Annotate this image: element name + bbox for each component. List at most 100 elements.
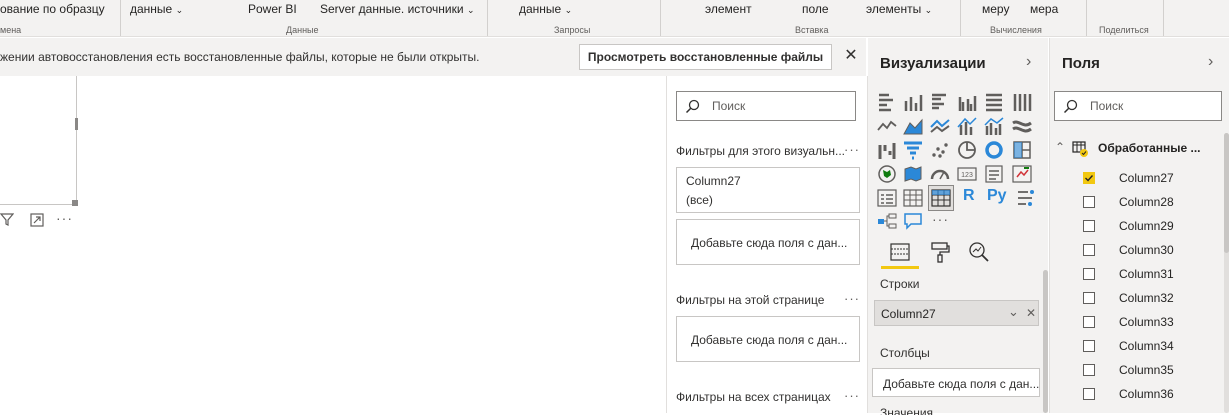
add-filter-field-dropzone[interactable]: Добавьте сюда поля с дан... bbox=[676, 316, 860, 362]
more-options-icon[interactable]: ··· bbox=[56, 210, 73, 226]
ribbon-chart-icon[interactable] bbox=[1011, 115, 1033, 137]
map-icon[interactable] bbox=[876, 163, 898, 185]
stacked-column-chart-icon[interactable] bbox=[902, 91, 924, 113]
treemap-icon[interactable] bbox=[1011, 139, 1033, 161]
field-item[interactable]: Column27 bbox=[1083, 169, 1223, 189]
clustered-column-chart-icon[interactable] bbox=[956, 91, 978, 113]
fields-search-input[interactable]: Поиск bbox=[1054, 91, 1222, 121]
100-percent-bar-chart-icon[interactable] bbox=[983, 91, 1005, 113]
format-painter-button[interactable]: ование по образцу bbox=[0, 2, 105, 16]
resize-handle[interactable] bbox=[72, 200, 78, 206]
fields-tab-icon[interactable] bbox=[888, 240, 912, 264]
line-and-column-chart-icon[interactable] bbox=[956, 115, 978, 137]
resize-handle[interactable] bbox=[75, 118, 78, 130]
donut-chart-icon[interactable] bbox=[983, 139, 1005, 161]
rows-well-label: Строки bbox=[880, 277, 920, 291]
field-item[interactable]: Column32 bbox=[1083, 289, 1223, 309]
funnel-chart-icon[interactable] bbox=[902, 139, 924, 161]
checkbox[interactable] bbox=[1083, 364, 1095, 376]
search-icon bbox=[1063, 99, 1078, 114]
sql-server-button[interactable]: Server данные. источники ⌄ bbox=[320, 2, 474, 16]
field-item[interactable]: Column29 bbox=[1083, 217, 1223, 237]
field-item[interactable]: Column35 bbox=[1083, 361, 1223, 381]
transform-data-button[interactable]: данные ⌄ bbox=[519, 2, 572, 16]
row-field-name: Column27 bbox=[881, 307, 936, 321]
filters-search-input[interactable]: Поиск bbox=[676, 91, 856, 121]
line-and-clustered-column-icon[interactable] bbox=[983, 115, 1005, 137]
checkbox[interactable] bbox=[1083, 196, 1095, 208]
python-visual-icon[interactable]: Py bbox=[987, 187, 1007, 205]
quick-measure-button[interactable]: мера bbox=[1030, 2, 1058, 16]
table-visual[interactable] bbox=[0, 76, 78, 206]
qa-icon[interactable] bbox=[902, 210, 924, 232]
chevron-up-icon[interactable]: ⌃ bbox=[1055, 140, 1065, 154]
checkbox[interactable] bbox=[1083, 340, 1095, 352]
card-icon[interactable]: 123 bbox=[956, 163, 978, 185]
add-filter-field-dropzone[interactable]: Добавьте сюда поля с дан... bbox=[676, 219, 860, 265]
pie-chart-icon[interactable] bbox=[956, 139, 978, 161]
focus-mode-icon[interactable] bbox=[30, 213, 44, 227]
filter-card-column27[interactable]: Column27 (все) bbox=[676, 167, 860, 213]
kpi-icon[interactable] bbox=[1011, 163, 1033, 185]
powerbi-datasets-button[interactable]: Power BI bbox=[248, 2, 297, 16]
100-percent-column-chart-icon[interactable] bbox=[1011, 91, 1033, 113]
more-options-icon[interactable]: ··· bbox=[844, 142, 860, 157]
checkbox[interactable] bbox=[1083, 316, 1095, 328]
filter-icon[interactable] bbox=[0, 212, 14, 226]
field-item[interactable]: Column31 bbox=[1083, 265, 1223, 285]
waterfall-chart-icon[interactable] bbox=[876, 139, 898, 161]
more-visuals-button[interactable]: элементы ⌄ bbox=[866, 2, 932, 16]
field-item[interactable]: Column33 bbox=[1083, 313, 1223, 333]
multi-row-card-icon[interactable] bbox=[983, 163, 1005, 185]
table-name[interactable]: Обработанные ... bbox=[1098, 141, 1201, 155]
rows-field-pill[interactable]: Column27 ⌄ ✕ bbox=[874, 300, 1039, 326]
field-label: Column31 bbox=[1119, 267, 1174, 281]
more-options-icon[interactable]: ··· bbox=[844, 291, 860, 306]
r-script-visual-icon[interactable]: R bbox=[963, 187, 975, 205]
scatter-chart-icon[interactable] bbox=[929, 139, 951, 161]
field-item[interactable]: Column28 bbox=[1083, 193, 1223, 213]
decomposition-tree-icon[interactable] bbox=[876, 210, 898, 232]
filled-map-icon[interactable] bbox=[902, 163, 924, 185]
columns-dropzone[interactable]: Добавьте сюда поля с дан... bbox=[872, 368, 1040, 397]
slicer-icon[interactable] bbox=[876, 187, 898, 209]
more-options-icon[interactable]: ··· bbox=[844, 388, 860, 403]
clustered-bar-chart-icon[interactable] bbox=[929, 91, 951, 113]
key-influencers-icon[interactable] bbox=[1015, 187, 1037, 209]
line-chart-icon[interactable] bbox=[876, 115, 898, 137]
checkmark-icon bbox=[1085, 175, 1094, 182]
matrix-visual-selected[interactable] bbox=[928, 185, 954, 211]
new-measure-button[interactable]: меру bbox=[982, 2, 1009, 16]
ribbon-separator bbox=[660, 0, 661, 36]
analytics-magnifier-icon[interactable] bbox=[967, 240, 991, 264]
remove-field-icon[interactable]: ✕ bbox=[1026, 306, 1036, 320]
checkbox-checked[interactable] bbox=[1083, 172, 1095, 184]
close-icon[interactable]: ✕ bbox=[844, 47, 858, 65]
field-item[interactable]: Column34 bbox=[1083, 337, 1223, 357]
checkbox[interactable] bbox=[1083, 388, 1095, 400]
viz-scrollbar[interactable] bbox=[1043, 270, 1048, 413]
new-visual-button[interactable]: элемент bbox=[705, 2, 752, 16]
checkbox[interactable] bbox=[1083, 220, 1095, 232]
chevron-right-icon[interactable]: › bbox=[1026, 53, 1031, 71]
more-visuals-icon[interactable]: ··· bbox=[932, 211, 949, 227]
fields-scrollbar-thumb[interactable] bbox=[1224, 133, 1229, 253]
view-recovered-files-button[interactable]: Просмотреть восстановленные файлы bbox=[579, 44, 832, 70]
data-button[interactable]: данные ⌄ bbox=[130, 2, 183, 16]
checkbox[interactable] bbox=[1083, 244, 1095, 256]
checkbox[interactable] bbox=[1083, 268, 1095, 280]
field-item[interactable]: Column36 bbox=[1083, 385, 1223, 405]
gauge-icon[interactable] bbox=[929, 163, 951, 185]
checkbox[interactable] bbox=[1083, 292, 1095, 304]
field-item[interactable]: Column30 bbox=[1083, 241, 1223, 261]
chevron-right-icon[interactable]: › bbox=[1208, 53, 1213, 71]
stacked-bar-chart-icon[interactable] bbox=[876, 91, 898, 113]
table-icon[interactable] bbox=[902, 187, 924, 209]
search-placeholder: Поиск bbox=[712, 99, 746, 113]
text-box-button[interactable]: поле bbox=[802, 2, 829, 16]
format-paint-roller-icon[interactable] bbox=[928, 240, 952, 264]
chevron-down-icon[interactable]: ⌄ bbox=[1008, 304, 1019, 320]
group-label: Вставка bbox=[795, 25, 829, 35]
area-chart-icon[interactable] bbox=[902, 115, 924, 137]
stacked-area-chart-icon[interactable] bbox=[929, 115, 951, 137]
